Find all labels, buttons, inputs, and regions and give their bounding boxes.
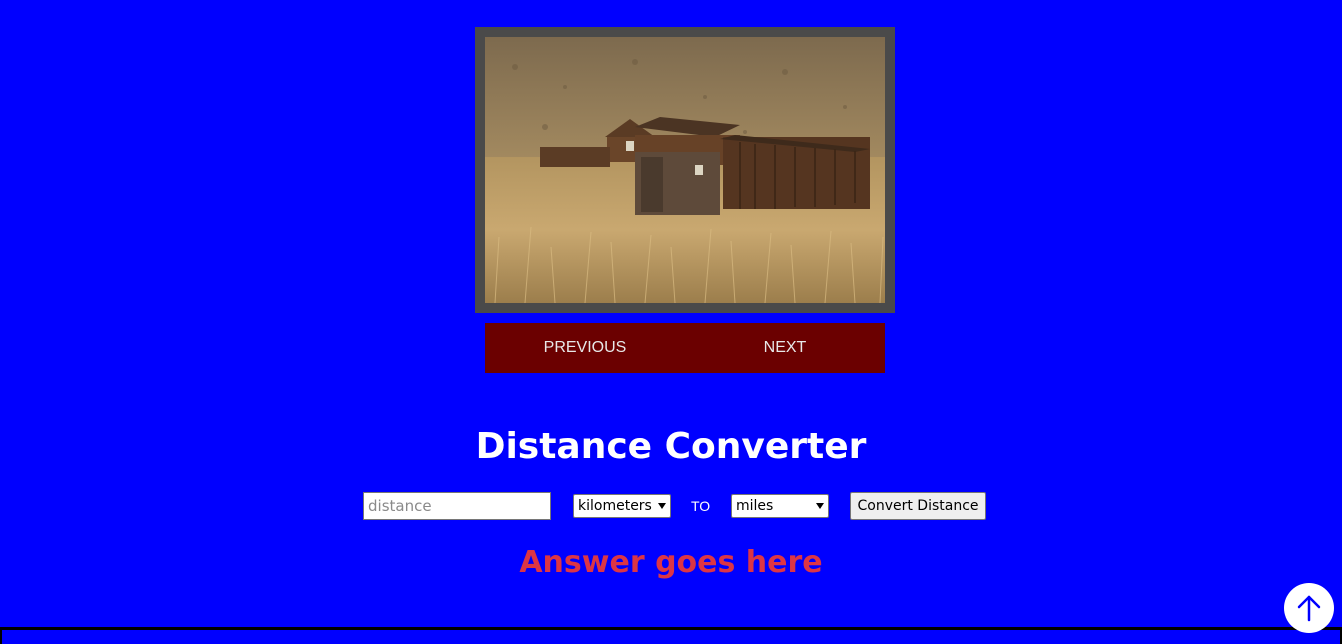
back-to-top-button[interactable] [1284,583,1334,633]
chevron-down-icon [816,503,824,509]
convert-distance-button[interactable]: Convert Distance [850,492,986,520]
to-unit-value: miles [736,498,774,514]
to-label: TO [691,498,711,514]
to-unit-select[interactable]: miles [731,494,829,518]
next-button[interactable]: NEXT [685,323,885,373]
converter-title: Distance Converter [475,426,867,467]
slideshow-frame [475,27,895,313]
slide-photo [485,37,885,303]
from-unit-value: kilometers [578,498,652,514]
page: PREVIOUS NEXT Distance Converter kilomet… [0,0,1342,644]
footer-border [0,627,1342,644]
slideshow-nav: PREVIOUS NEXT [485,323,885,373]
answer-text: Answer goes here [519,545,823,580]
distance-input[interactable] [363,492,551,520]
previous-button[interactable]: PREVIOUS [485,323,685,373]
from-unit-select[interactable]: kilometers [573,494,671,518]
arrow-up-icon [1297,595,1321,622]
chevron-down-icon [658,503,666,509]
